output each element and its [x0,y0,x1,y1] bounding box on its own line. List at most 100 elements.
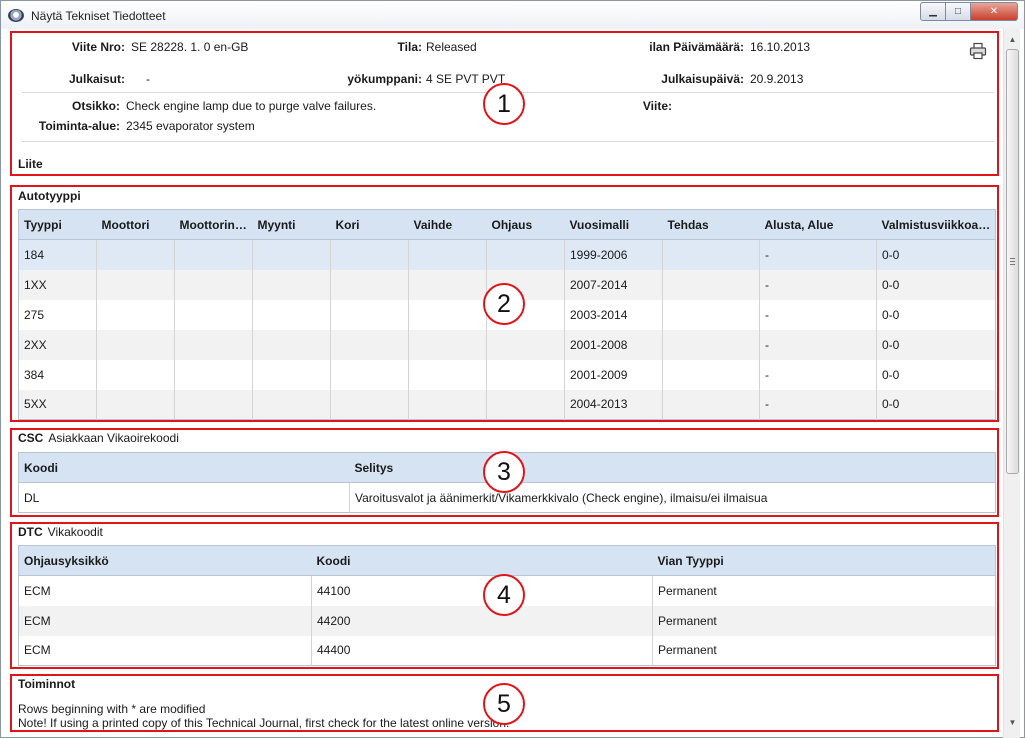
table-row[interactable]: 184 1999-2006 -0-0 [18,239,996,270]
tila-label: Tila: [397,40,422,54]
table-cell [174,389,253,420]
table-cell: 0-0 [882,307,900,322]
table-cell [486,329,565,360]
viite-nro-label: Viite Nro: [71,40,125,54]
table-cell: ECM [18,635,312,666]
app-logo-icon [8,9,24,22]
vertical-scrollbar[interactable]: ▲ ▼ [1003,29,1020,738]
scroll-thumb[interactable] [1006,49,1019,474]
autotyyppi-column-header[interactable]: Myynti [252,209,331,240]
table-cell: 275 [18,299,97,330]
toiminta-alue-value: 2345 evaporator system [126,119,255,133]
table-cell: 0-0 [876,239,996,270]
dtc-column-header[interactable]: Ohjausyksikkö [18,545,312,576]
tila-value: Released [426,40,477,54]
table-cell: 2001-2009 [564,359,663,390]
table-cell: 2007-2014 [564,269,663,300]
table-cell [486,239,565,270]
autotyyppi-column-header[interactable]: Moottorin… [174,209,253,240]
table-row[interactable]: 5XX 2004-2013 -0-0 [18,389,996,420]
table-cell [662,239,760,270]
table-cell [408,299,487,330]
table-cell: Permanent [658,643,717,658]
csc-column-header[interactable]: Selitys [349,452,996,483]
table-cell [174,329,253,360]
scroll-up-icon[interactable]: ▲ [1004,32,1021,48]
table-cell: 5XX [18,389,97,420]
table-cell [408,269,487,300]
scroll-down-icon[interactable]: ▼ [1004,715,1021,731]
table-cell [252,239,331,270]
yokumppani-label: yökumppani: [347,72,422,86]
table-cell: - [759,329,877,360]
autotyyppi-column-header[interactable]: Moottori [96,209,175,240]
julkaisut-value: - [146,72,150,86]
table-cell [486,389,565,420]
callout-5: 5 [483,683,525,725]
table-cell [408,359,487,390]
paivamaara-label: ilan Päivämäärä: [649,40,744,54]
table-cell [174,269,253,300]
csc-column-header[interactable]: Koodi [18,452,350,483]
table-cell: 2XX [18,329,97,360]
table-cell [96,299,175,330]
table-cell: Permanent [652,605,996,636]
close-button[interactable]: ✕ [970,2,1018,21]
table-cell: - [759,239,877,270]
viite-nro-value: SE 28228. 1. 0 en-GB [131,40,249,54]
printer-icon[interactable] [969,42,987,60]
table-cell: 2004-2013 [564,389,663,420]
table-cell [662,389,760,420]
table-cell: 1999-2006 [564,239,663,270]
table-cell [330,389,409,420]
table-cell: 0-0 [876,269,996,300]
autotyyppi-column-header[interactable]: Ohjaus [486,209,565,240]
table-cell [96,269,175,300]
dtc-column-header[interactable]: Vian Tyyppi [652,545,996,576]
table-cell: 2001-2008 [564,329,663,360]
table-cell [252,389,331,420]
autotyyppi-column-header[interactable]: Tehdas [662,209,760,240]
table-cell: 1XX [18,269,97,300]
autotyyppi-column-header[interactable]: Vuosimalli [564,209,663,240]
table-cell: 0-0 [876,389,996,420]
table-cell [330,299,409,330]
table-cell [252,329,331,360]
table-cell [96,359,175,390]
maximize-button[interactable]: □ [945,2,971,21]
dtc-column-header[interactable]: Koodi [311,545,653,576]
autotyyppi-column-header[interactable]: Tyyppi [18,209,97,240]
table-row[interactable]: 2XX 2001-2008 -0-0 [18,329,996,360]
grip-icon [1010,258,1015,265]
table-cell [330,239,409,270]
minimize-button[interactable]: ▁ [920,2,946,21]
table-cell [408,329,487,360]
table-row[interactable]: ECM 44400 Permanent [18,635,996,666]
autotyyppi-column-header[interactable]: Vaihde [408,209,487,240]
table-cell [174,299,253,330]
table-cell [486,359,565,390]
table-cell: 2003-2014 [564,299,663,330]
autotyyppi-column-header[interactable]: Kori [330,209,409,240]
table-cell: 44400 [311,635,653,666]
dtc-title: DTC Vikakoodit [18,525,103,539]
autotyyppi-column-header[interactable]: Valmistusviikkoa… [876,209,996,240]
otsikko-value: Check engine lamp due to purge valve fai… [126,99,377,113]
viite-label: Viite: [642,99,672,113]
table-cell: - [759,389,877,420]
paivamaara-value: 16.10.2013 [750,40,811,54]
table-cell [330,329,409,360]
table-cell: ECM [18,575,312,606]
autotyyppi-column-header[interactable]: Alusta, Alue [759,209,877,240]
csc-label: CSC [18,431,44,445]
julkaisupaiva-value: 20.9.2013 [750,72,804,86]
callout-1: 1 [483,83,525,125]
header-divider-2 [22,141,994,142]
table-cell: 44200 [311,605,653,636]
table-cell [330,269,409,300]
julkaisupaiva-label: Julkaisupäivä: [661,72,744,86]
window-title: Näytä Tekniset Tiedotteet [31,9,166,23]
table-row[interactable]: 384 2001-2009 -0-0 [18,359,996,390]
table-cell [252,299,331,330]
table-cell: - [759,269,877,300]
